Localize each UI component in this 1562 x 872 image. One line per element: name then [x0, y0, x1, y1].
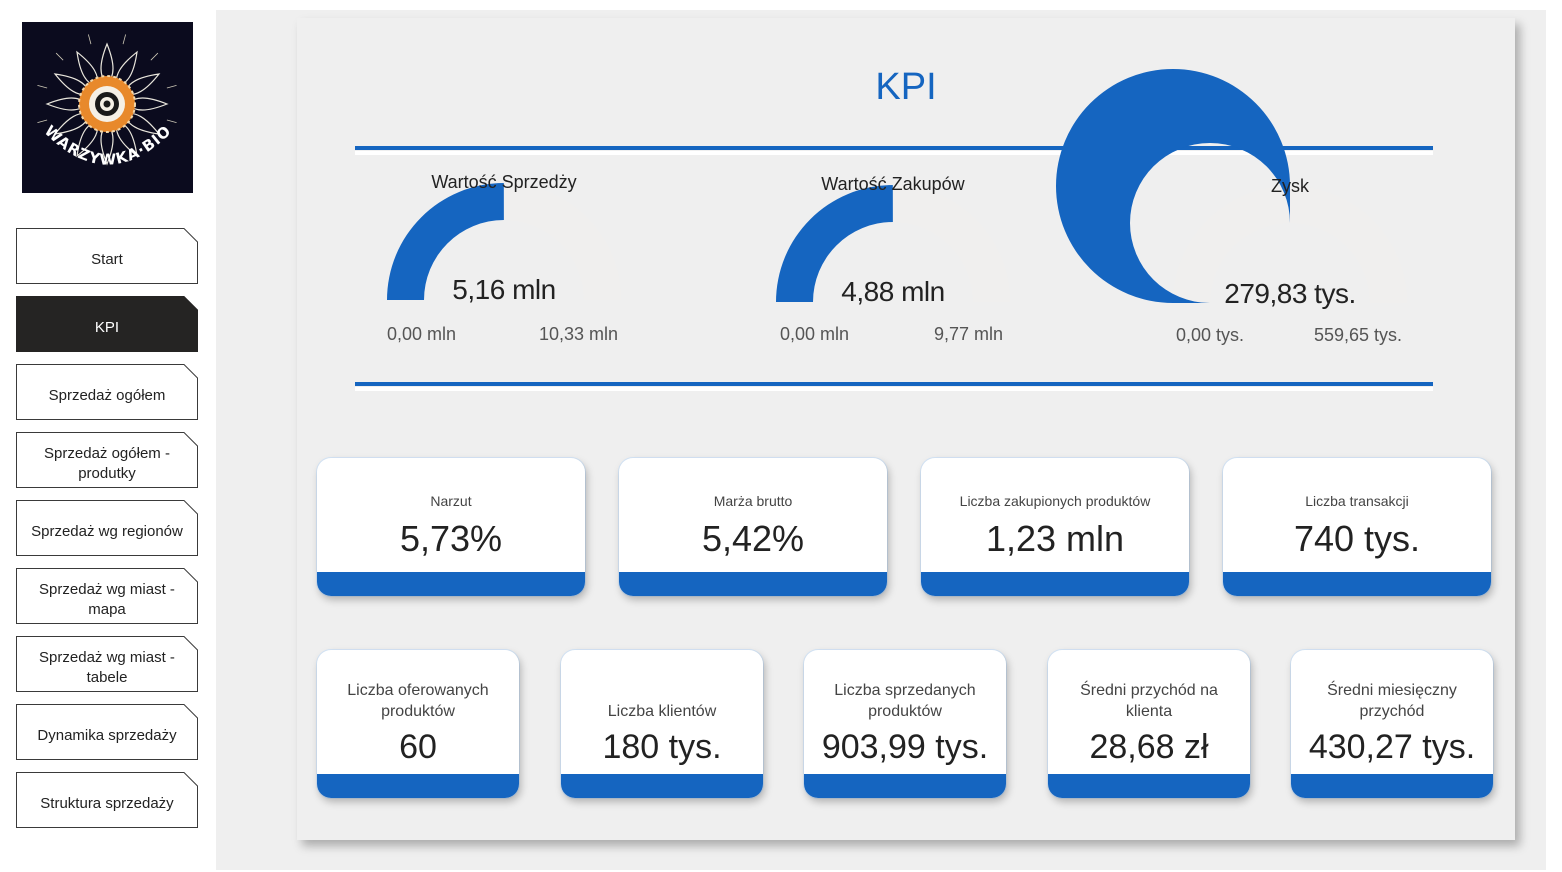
kpi-card-accent-bar — [619, 572, 887, 596]
nav-button-6[interactable]: Sprzedaż wg miast - mapa — [16, 568, 198, 624]
kpi-card-label: Średni miesięczny przychód — [1327, 682, 1457, 720]
kpi-card-label: Liczba oferowanych produktów — [347, 682, 489, 720]
nav-button-5[interactable]: Sprzedaż wg regionów — [16, 500, 198, 556]
kpi-card-label: Marża brutto — [713, 493, 793, 509]
brand-logo: WARZYWKA·BIO — [22, 22, 193, 193]
kpi-card-accent-bar — [804, 774, 1006, 798]
kpi-card-value: 430,27 tys. — [1308, 728, 1476, 766]
gauge-max-label: 559,65 tys. — [1314, 325, 1403, 345]
kpi-card-value: 60 — [399, 728, 437, 766]
kpi-card: Średni przychód na klienta 28,68 zł — [1048, 650, 1250, 798]
divider-bottom-white — [355, 387, 1433, 391]
nav-button-label: Struktura sprzedaży — [40, 795, 174, 812]
nav-button-label: KPI — [94, 319, 120, 336]
kpi-card-label: Średni przychód na klienta — [1080, 682, 1218, 720]
nav-button-label: Sprzedaż wg miast - tabele — [39, 649, 175, 686]
nav-button-label: Start — [91, 251, 123, 268]
kpi-card-label: Liczba transakcji — [1305, 493, 1409, 509]
kpi-card: Liczba sprzedanych produktów 903,99 tys. — [804, 650, 1006, 798]
kpi-card-accent-bar — [1291, 774, 1493, 798]
kpi-card: Liczba klientów 180 tys. — [561, 650, 763, 798]
gauge-min-label: 0,00 tys. — [1176, 325, 1245, 345]
kpi-card: Narzut 5,73% — [317, 458, 585, 596]
kpi-card-accent-bar — [317, 572, 585, 596]
nav-button-label: Dynamika sprzedaży — [37, 727, 177, 744]
kpi-card-label: Liczba zakupionych produktów — [959, 493, 1151, 509]
nav-button-2[interactable]: KPI — [16, 296, 198, 352]
kpi-card-label: Narzut — [430, 493, 472, 509]
gauge-value: 279,83 tys. — [1224, 278, 1356, 309]
nav-button-label: Sprzedaż ogółem — [48, 387, 166, 404]
kpi-card-value: 903,99 tys. — [821, 728, 989, 766]
nav-button-9[interactable]: Struktura sprzedaży — [16, 772, 198, 828]
gauge-3 — [1056, 69, 1407, 303]
kpi-card-accent-bar — [921, 572, 1189, 596]
kpi-card-value: 5,42% — [701, 518, 805, 559]
kpi-card-value: 5,73% — [399, 518, 503, 559]
kpi-card: Liczba zakupionych produktów 1,23 mln — [921, 458, 1189, 596]
kpi-card-label: Liczba sprzedanych produktów — [834, 682, 976, 720]
gauge-title: Zysk — [1271, 176, 1309, 196]
kpi-card-value: 180 tys. — [602, 728, 722, 766]
kpi-card-accent-bar — [561, 774, 763, 798]
kpi-card-label: Liczba klientów — [607, 703, 717, 720]
kpi-card-value: 740 tys. — [1293, 518, 1421, 559]
kpi-panel: KPI Wartość Sprzedży 5,16 mln 0,00 mln 10,3… — [297, 18, 1515, 840]
nav-button-label: Sprzedaż wg regionów — [31, 523, 183, 540]
kpi-card-accent-bar — [1223, 572, 1491, 596]
kpi-card-accent-bar — [317, 774, 519, 798]
kpi-card-value: 28,68 zł — [1089, 728, 1209, 766]
nav-button-1[interactable]: Start — [16, 228, 198, 284]
kpi-card: Średni miesięczny przychód 430,27 tys. — [1291, 650, 1493, 798]
kpi-card: Liczba oferowanych produktów 60 — [317, 650, 519, 798]
nav-button-4[interactable]: Sprzedaż ogółem - produtky — [16, 432, 198, 488]
kpi-card-value: 1,23 mln — [985, 518, 1125, 559]
nav-button-label: Sprzedaż wg miast - mapa — [39, 581, 175, 618]
nav-button-label: Sprzedaż ogółem - produtky — [44, 445, 170, 482]
nav-button-3[interactable]: Sprzedaż ogółem — [16, 364, 198, 420]
nav-button-7[interactable]: Sprzedaż wg miast - tabele — [16, 636, 198, 692]
kpi-card: Marża brutto 5,42% — [619, 458, 887, 596]
kpi-card-accent-bar — [1048, 774, 1250, 798]
divider-bottom — [355, 382, 1433, 386]
kpi-card: Liczba transakcji 740 tys. — [1223, 458, 1491, 596]
nav-button-8[interactable]: Dynamika sprzedaży — [16, 704, 198, 760]
logo-emblem-icon: WARZYWKA·BIO — [37, 34, 177, 169]
